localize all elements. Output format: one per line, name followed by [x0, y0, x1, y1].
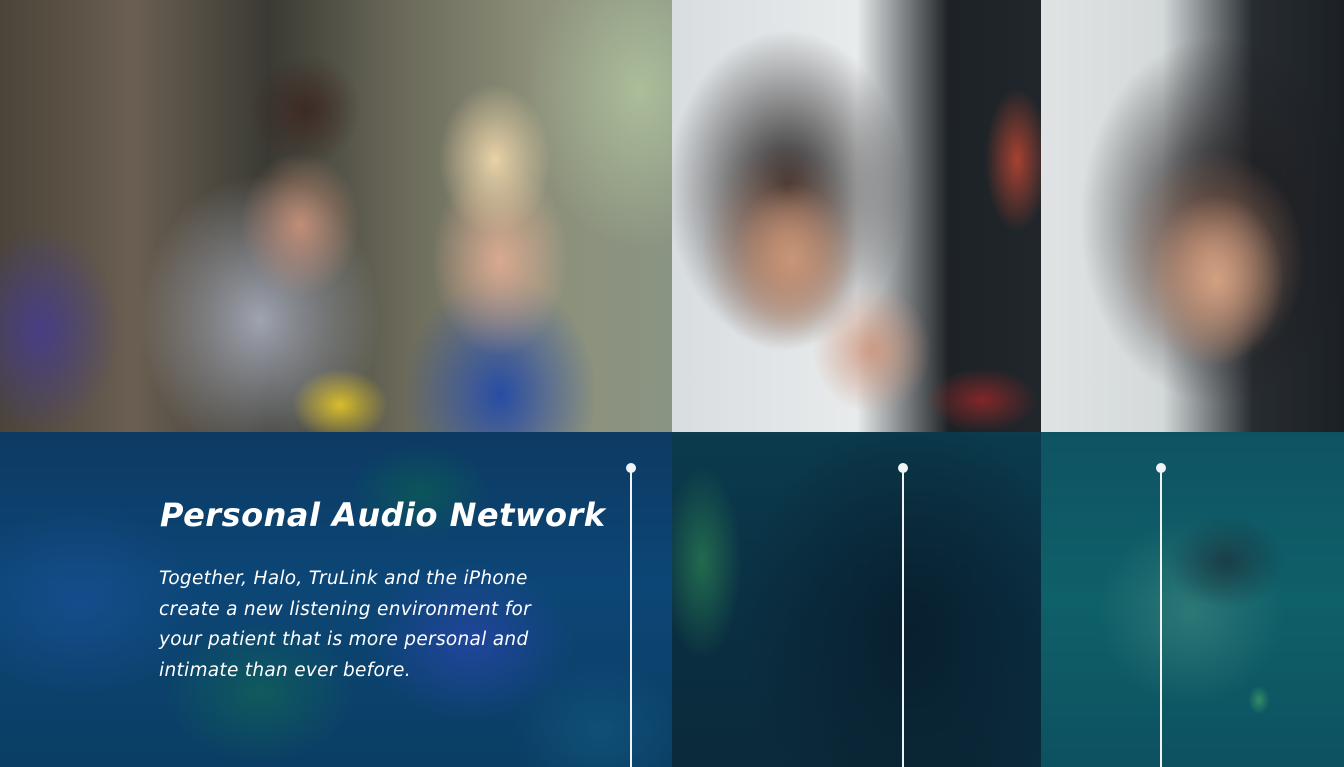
line-stem — [902, 468, 904, 767]
divider-line-2 — [898, 463, 908, 767]
line-stem — [630, 468, 632, 767]
teal-overlay — [1041, 432, 1344, 767]
blurred-couple-photo — [0, 0, 672, 432]
hero-description: Together, Halo, TruLink and the iPhone c… — [159, 568, 532, 681]
divider-line-1 — [626, 463, 636, 767]
dark-teal-overlay — [672, 432, 1041, 767]
panel-right — [1041, 0, 1344, 767]
hero-title: Personal Audio Network — [160, 496, 606, 534]
panel-middle — [672, 0, 1041, 767]
woman-on-phone-photo — [672, 0, 1041, 432]
divider-line-3 — [1156, 463, 1166, 767]
hero-banner: Personal Audio Network Together, Halo, T… — [0, 0, 1344, 767]
line-stem — [1160, 468, 1162, 767]
woman-looking-at-phone-photo — [1041, 0, 1344, 432]
